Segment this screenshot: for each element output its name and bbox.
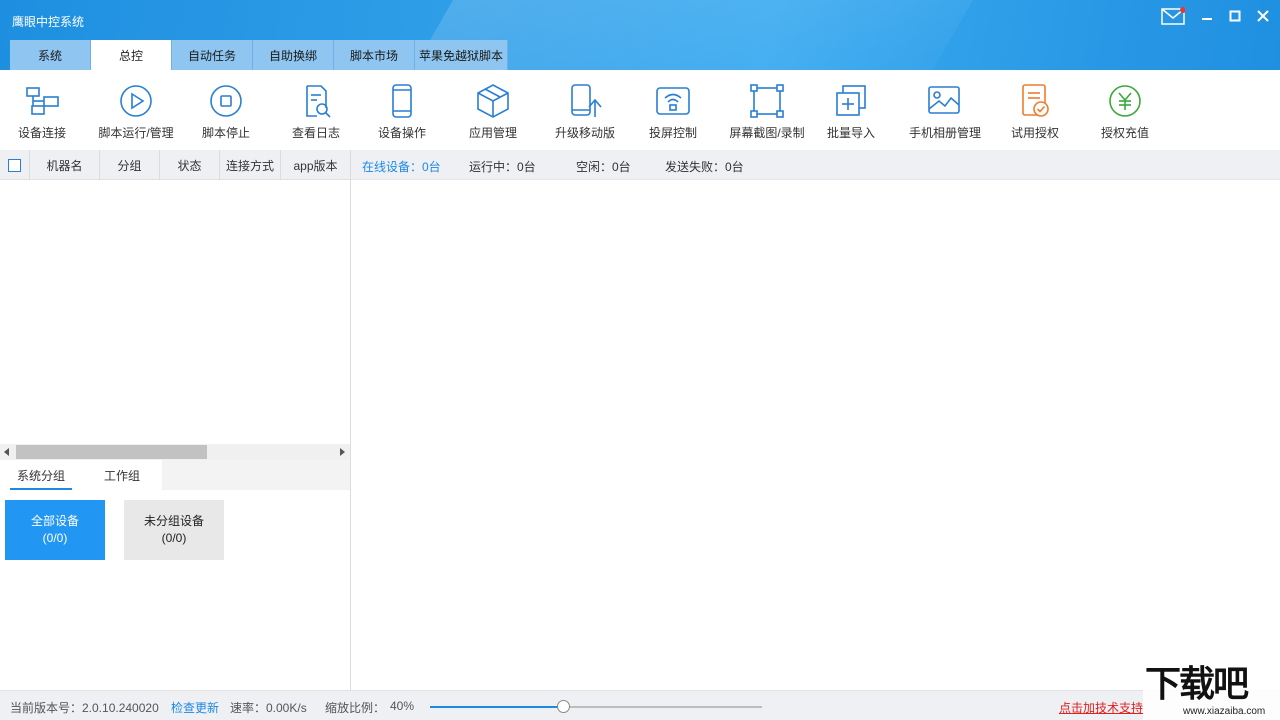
scroll-right-icon[interactable] [340,448,345,456]
phone-upgrade-icon [567,82,603,120]
tab-master-control[interactable]: 总控 [91,40,172,70]
device-connect-icon [22,82,62,120]
watermark: 下载吧 www.xiazaiba.com [1143,662,1280,720]
box-icon [475,82,511,120]
upgrade-mobile-label: 升级移动版 [555,124,615,141]
view-log-button[interactable]: 查看日志 [288,82,344,144]
main-tabs: 系统 总控 自动任务 自助换绑 脚本市场 苹果免越狱脚本 [10,40,508,70]
cast-icon [655,82,691,120]
group-all-devices[interactable]: 全部设备 (0/0) [5,500,105,560]
select-all-cell [0,150,30,180]
group-name: 未分组设备 [144,513,204,530]
album-management-button[interactable]: 手机相册管理 [907,82,983,144]
horizontal-scrollbar[interactable] [0,444,350,460]
screenshot-record-label: 屏幕截图/录制 [729,124,804,141]
album-icon [927,82,963,120]
watermark-url: www.xiazaiba.com [1183,706,1265,717]
app-title: 鹰眼中控系统 [12,13,84,30]
yuan-coin-icon [1108,82,1142,120]
scroll-left-icon[interactable] [4,448,9,456]
script-run-button[interactable]: 脚本运行/管理 [96,82,176,144]
batch-import-button[interactable]: 批量导入 [823,82,879,144]
batch-import-icon [834,82,868,120]
watermark-logo-text: 下载吧 [1145,662,1247,706]
column-machine-name[interactable]: 机器名 [30,150,100,180]
group-name: 全部设备 [31,513,79,530]
screenshot-icon [750,82,784,120]
tab-script-market[interactable]: 脚本市场 [334,40,415,70]
mail-icon[interactable] [1160,6,1186,26]
zoom-slider-handle[interactable] [557,700,570,713]
zoom-slider[interactable] [430,706,762,708]
group-count: (0/0) [162,530,187,547]
script-stop-button[interactable]: 脚本停止 [198,82,254,144]
group-tabs: 系统分组 工作组 [0,460,350,490]
upgrade-mobile-button[interactable]: 升级移动版 [552,82,618,144]
group-count: (0/0) [43,530,68,547]
title-bar: 鹰眼中控系统 系统 总控 自动任务 自助换绑 脚本市场 苹果免越狱脚本 [0,0,1280,70]
idle-count: 空闲：0台 [576,158,631,175]
tab-system[interactable]: 系统 [10,40,91,70]
play-icon [119,82,153,120]
device-connect-label: 设备连接 [18,124,66,141]
license-recharge-button[interactable]: 授权充值 [1097,82,1153,144]
tech-support-link[interactable]: 点击加技术支持 [1059,699,1143,716]
check-update-link[interactable]: 检查更新 [171,699,219,716]
tab-work-group[interactable]: 工作组 [82,460,162,490]
active-tab-underline [10,488,72,490]
view-log-label: 查看日志 [292,124,340,141]
app-management-label: 应用管理 [469,124,517,141]
cast-control-button[interactable]: 投屏控制 [645,82,701,144]
minimize-icon[interactable] [1196,6,1218,26]
zoom-value: 40% [390,699,414,713]
online-count: 在线设备：0台 [362,158,441,175]
zoom-slider-fill [430,706,563,708]
select-all-checkbox[interactable] [8,159,21,172]
tab-auto-task[interactable]: 自动任务 [172,40,253,70]
tab-apple-script[interactable]: 苹果免越狱脚本 [415,40,508,70]
phone-icon [390,82,414,120]
version-text: 当前版本号：2.0.10.240020 [10,699,159,716]
tab-work-group-label: 工作组 [104,467,140,484]
column-connection[interactable]: 连接方式 [220,150,281,180]
device-operation-button[interactable]: 设备操作 [374,82,430,144]
column-group[interactable]: 分组 [100,150,160,180]
device-connect-button[interactable]: 设备连接 [14,82,70,144]
status-bar: 当前版本号：2.0.10.240020 检查更新 速率：0.00K/s 缩放比例… [0,690,1280,720]
trial-license-icon [1019,82,1051,120]
stop-icon [209,82,243,120]
app-management-button[interactable]: 应用管理 [465,82,521,144]
failed-count: 发送失败：0台 [665,158,744,175]
trial-license-label: 试用授权 [1011,124,1059,141]
column-app-version[interactable]: app版本 [281,150,350,180]
cast-control-label: 投屏控制 [649,124,697,141]
trial-license-button[interactable]: 试用授权 [1007,82,1063,144]
device-stats-bar: 在线设备：0台 运行中：0台 空闲：0台 发送失败：0台 [351,150,1280,180]
screenshot-record-button[interactable]: 屏幕截图/录制 [727,82,807,144]
script-stop-label: 脚本停止 [202,124,250,141]
tab-system-group-label: 系统分组 [17,467,65,484]
device-list-header: 机器名 分组 状态 连接方式 app版本 [0,150,350,180]
panel-divider[interactable] [350,150,351,690]
log-search-icon [299,82,333,120]
device-operation-label: 设备操作 [378,124,426,141]
tab-system-group[interactable]: 系统分组 [0,460,82,490]
toolbar: 设备连接 脚本运行/管理 脚本停止 查看日志 设备操作 应用管理 [0,70,1280,150]
zoom-label: 缩放比例： [325,699,385,716]
close-icon[interactable] [1252,6,1274,26]
speed-text: 速率：0.00K/s [230,699,307,716]
maximize-icon[interactable] [1224,6,1246,26]
group-ungrouped-devices[interactable]: 未分组设备 (0/0) [124,500,224,560]
album-management-label: 手机相册管理 [909,124,981,141]
running-count: 运行中：0台 [469,158,536,175]
tab-self-rebind[interactable]: 自助换绑 [253,40,334,70]
column-status[interactable]: 状态 [160,150,220,180]
batch-import-label: 批量导入 [827,124,875,141]
license-recharge-label: 授权充值 [1101,124,1149,141]
script-run-label: 脚本运行/管理 [98,124,173,141]
scrollbar-thumb[interactable] [16,445,207,459]
